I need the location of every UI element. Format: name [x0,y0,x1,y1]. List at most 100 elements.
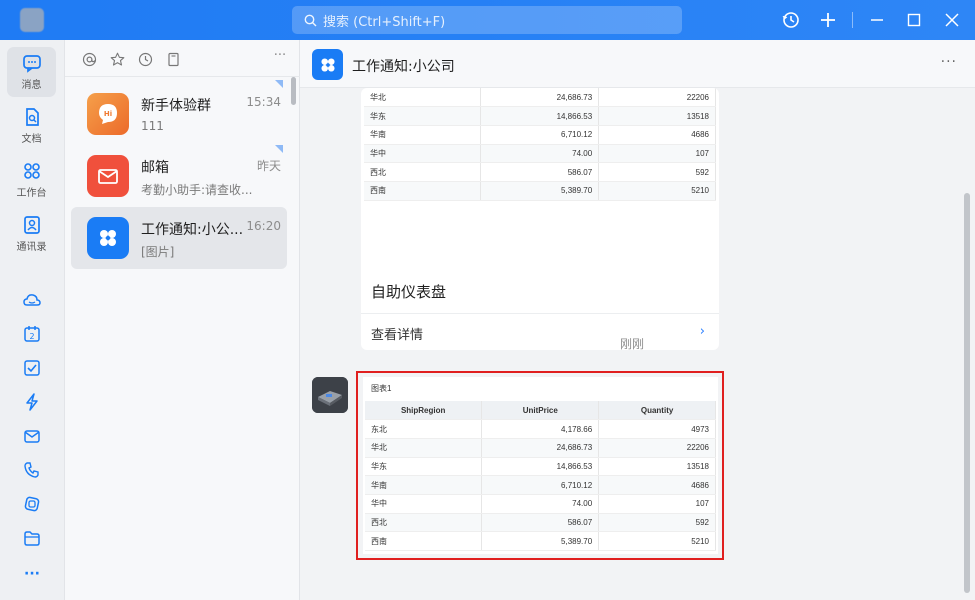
conversation-name: 邮箱 [141,160,169,176]
cloud-icon[interactable] [20,288,44,312]
bookmark-icon[interactable] [164,50,182,68]
lightning-icon[interactable] [20,390,44,414]
cell-quantity: 107 [598,144,716,164]
conversation-preview: [图片] [141,245,175,259]
cell-region: 华中 [364,144,482,164]
history-icon[interactable] [781,10,801,30]
chat-more-icon[interactable]: ··· [941,54,957,70]
rail-item-docs[interactable]: 文档 [7,101,56,151]
todo-icon[interactable] [20,356,44,380]
table-row: 华北 24,686.73 22206 [365,438,716,458]
close-icon[interactable] [942,10,962,30]
image-message[interactable]: 图表1 ShipRegion UnitPrice Quantity 东北 4,17… [363,377,718,554]
mail-icon[interactable] [20,424,44,448]
rail-item-contacts[interactable]: 通讯录 [7,209,56,259]
cell-region: 东北 [365,419,483,439]
conversation-time: 15:34 [246,95,281,109]
table-row: 东北 4,178.66 4973 [365,419,716,439]
conversation-name: 工作通知:小公... [141,222,244,238]
rail-label: 消息 [21,80,42,91]
star-icon[interactable] [108,50,126,68]
mail-avatar-icon [87,155,129,197]
dashboard-card[interactable]: 华北 24,686.73 22206 华东 14,866.53 13518 华南 6,710.… [361,88,719,350]
chat-panel: 工作通知:小公司 ··· 华北 24,686.73 22206 华东 14,866.53… [300,40,975,600]
cell-unit-price: 74.00 [480,144,600,164]
nav-rail: 消息 文档 工作台 通讯录 2 ··· [0,40,65,600]
cell-region: 西北 [365,513,483,533]
table-row: 华中 74.00 107 [365,494,716,514]
rail-label: 文档 [21,134,42,145]
cell-quantity: 22206 [598,88,716,108]
tag-icon[interactable] [20,492,44,516]
cell-unit-price: 14,866.53 [480,106,600,126]
cell-region: 华东 [365,457,483,477]
rail-item-messages[interactable]: 消息 [7,47,56,97]
data-table: ShipRegion UnitPrice Quantity 东北 4,178.66… [365,401,716,551]
table-row: 华南 6,710.12 4686 [365,475,716,495]
cell-unit-price: 4,178.66 [481,419,600,439]
data-table: 华北 24,686.73 22206 华东 14,866.53 13518 华南 6,710.… [364,88,716,201]
cell-unit-price: 5,389.70 [481,531,600,551]
message-timestamp: 刚刚 [620,337,645,351]
add-icon[interactable] [818,10,838,30]
mention-icon[interactable] [80,50,98,68]
sender-avatar[interactable] [312,377,348,413]
conversation-toolbar: ··· [65,40,300,77]
folder-icon[interactable] [20,526,44,550]
chevron-right-icon[interactable]: › [700,324,705,339]
work-notice-icon [312,49,343,80]
user-avatar[interactable] [20,8,44,32]
conversation-item[interactable]: 邮箱 考勤小助手:请查收... 昨天 [71,145,287,207]
cell-quantity: 13518 [598,106,716,126]
cell-unit-price: 14,866.53 [481,457,600,477]
chart-caption: 图表1 [371,384,392,393]
rail-item-workbench[interactable]: 工作台 [7,155,56,205]
data-table-wrapper: ShipRegion UnitPrice Quantity 东北 4,178.66… [365,401,716,551]
more-icon[interactable]: ··· [271,46,289,64]
maximize-icon[interactable] [904,10,924,30]
conversation-time: 昨天 [256,159,281,173]
table-row: 西北 586.07 592 [364,162,716,182]
table-header-row: ShipRegion UnitPrice Quantity [365,401,716,421]
cell-quantity: 4686 [598,125,716,145]
search-icon [304,14,317,26]
cell-quantity: 4686 [598,475,716,495]
view-details-link[interactable]: 查看详情 [371,324,423,343]
table-row: 华东 14,866.53 13518 [365,457,716,477]
conversation-item[interactable]: Hi 新手体验群 111 15:34 [71,80,287,145]
phone-icon[interactable] [20,458,44,482]
cell-quantity: 107 [598,494,716,514]
cell-region: 西南 [365,531,483,551]
document-icon [25,108,39,126]
cell-quantity: 13518 [598,457,716,477]
table-row: 华东 14,866.53 13518 [364,106,716,126]
cell-region: 华北 [364,88,482,108]
conversation-item[interactable]: 工作通知:小公... [图片] 16:20 [71,207,287,269]
minimize-icon[interactable] [867,10,887,30]
cell-quantity: 4973 [598,419,716,439]
column-header: Quantity [598,401,716,421]
conversation-name: 新手体验群 [141,98,211,114]
cell-quantity: 592 [598,513,716,533]
titlebar-divider [852,12,853,28]
calendar-icon[interactable]: 2 [20,322,44,346]
svg-text:Hi: Hi [104,110,112,118]
recent-icon[interactable] [136,50,154,68]
rail-label: 通讯录 [16,242,47,253]
grid-icon [23,163,40,179]
cell-unit-price: 24,686.73 [481,438,600,458]
chat-title: 工作通知:小公司 [352,59,455,75]
dashboard-table: 华北 24,686.73 22206 华东 14,866.53 13518 华南 6,710.… [364,88,716,241]
search-input[interactable]: 搜索 (Ctrl+Shift+F) [292,6,682,34]
cell-quantity: 22206 [598,438,716,458]
rail-label: 工作台 [16,188,47,199]
cell-unit-price: 74.00 [481,494,600,514]
dashboard-title: 自助仪表盘 [371,283,447,301]
cell-region: 华南 [364,125,482,145]
scrollbar[interactable] [964,193,970,593]
scrollbar[interactable] [291,77,296,105]
more-apps-icon[interactable]: ··· [20,562,44,586]
table-row: 华南 6,710.12 4686 [364,125,716,145]
table-row: 西北 586.07 592 [365,513,716,533]
chat-header: 工作通知:小公司 ··· [300,40,975,88]
